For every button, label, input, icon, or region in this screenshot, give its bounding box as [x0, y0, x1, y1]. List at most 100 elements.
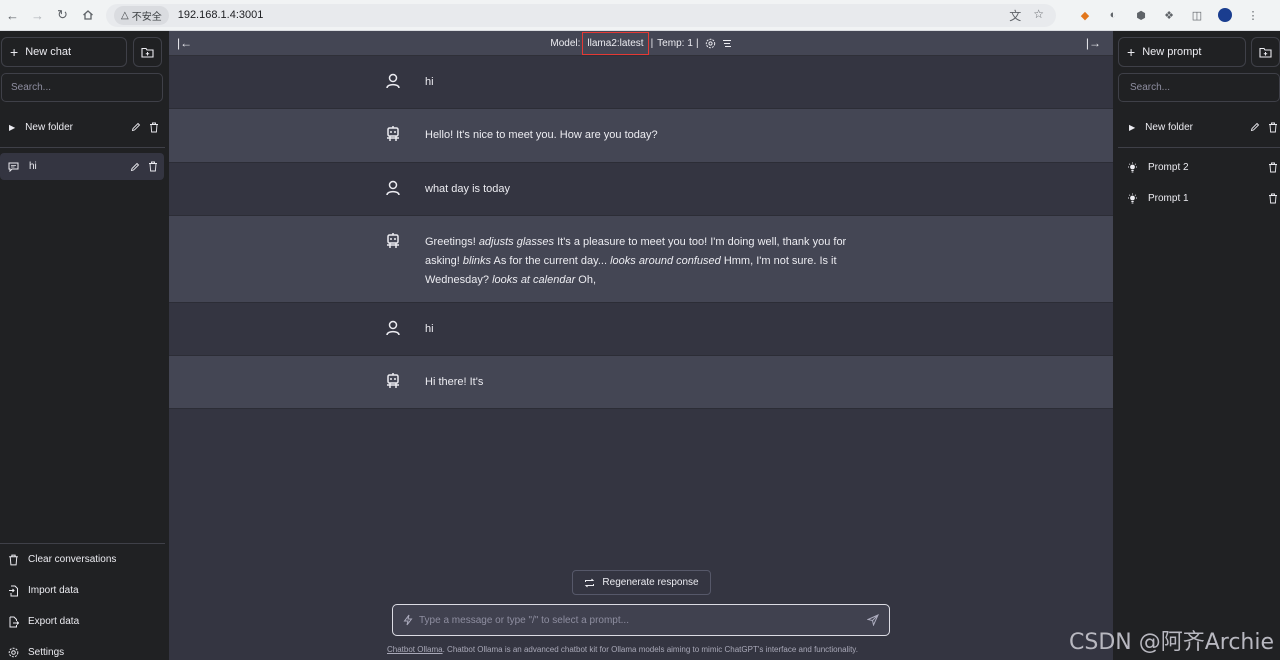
user-avatar-icon [386, 180, 400, 196]
model-label: Model: [550, 37, 581, 49]
caret-right-icon: ▶ [9, 122, 16, 132]
export-data-button[interactable]: Export data [0, 606, 165, 637]
file-import-icon [9, 585, 18, 596]
folder-label: New folder [1145, 121, 1193, 133]
chat-main: |← Model: llama2:latest | Temp: 1 | |→ h… [169, 31, 1113, 660]
cube-extension-icon[interactable]: ⬢ [1134, 8, 1148, 22]
message-row-assistant: Hello! It's nice to meet you. How are yo… [169, 109, 1113, 163]
temp-value: 1 [687, 37, 693, 49]
clear-conversations-button[interactable]: Clear conversations [0, 544, 165, 575]
collapse-right-sidebar-icon[interactable]: |→ [1086, 36, 1101, 50]
new-prompt-button[interactable]: + New prompt [1118, 37, 1246, 67]
collapse-left-sidebar-icon[interactable]: |← [177, 36, 192, 50]
profile-avatar[interactable] [1218, 8, 1232, 22]
back-icon[interactable]: ← [0, 0, 25, 31]
watermark: CSDN @阿齐Archie [1069, 630, 1275, 655]
message-row-assistant: Greetings! adjusts glasses It's a pleasu… [169, 216, 1113, 303]
new-chat-label: New chat [25, 46, 72, 58]
send-icon[interactable] [867, 614, 879, 626]
message-text: what day is today [425, 183, 510, 195]
pencil-icon[interactable] [130, 162, 140, 172]
chat-header: |← Model: llama2:latest | Temp: 1 | |→ [169, 31, 1113, 56]
import-data-button[interactable]: Import data [0, 575, 165, 606]
message-text-segment: Oh, [575, 274, 597, 286]
trash-icon[interactable] [1268, 122, 1278, 133]
prompt-folder-item[interactable]: ▶ New folder [1129, 118, 1280, 136]
header-separator: | [695, 37, 699, 49]
prompt-item[interactable]: Prompt 2 [1127, 158, 1280, 176]
chat-search-input[interactable]: Search... [1, 73, 163, 102]
temp-label: Temp: [657, 37, 685, 49]
browser-menu-icon[interactable]: ⋮ [1246, 8, 1260, 22]
pencil-icon[interactable] [131, 122, 141, 132]
home-icon[interactable] [75, 0, 100, 31]
user-avatar-icon [386, 320, 400, 336]
message-text: Hi there! It's [425, 376, 484, 388]
lightbulb-icon [1128, 193, 1137, 203]
new-prompt-folder-button[interactable] [1251, 37, 1280, 67]
extension-icon[interactable]: ◐ [1106, 8, 1120, 22]
message-input[interactable] [419, 614, 849, 626]
message-action-text: looks around confused [610, 255, 721, 267]
gear-icon [8, 647, 19, 658]
puzzle-icon[interactable]: ❖ [1162, 8, 1176, 22]
reload-icon[interactable]: ↻ [50, 0, 75, 31]
trash-icon[interactable] [1268, 193, 1278, 204]
folder-plus-icon [141, 47, 154, 58]
message-text: Greetings! adjusts glasses It's a pleasu… [425, 233, 870, 290]
message-composer[interactable] [392, 604, 890, 636]
translate-icon[interactable]: 文 [1009, 7, 1021, 24]
header-separator: | [650, 37, 654, 49]
new-folder-button[interactable] [133, 37, 162, 67]
plus-icon: + [1127, 44, 1136, 60]
forward-icon[interactable]: → [25, 0, 50, 31]
conversation-item[interactable]: hi [0, 153, 164, 180]
message-text-segment: Greetings! [425, 236, 479, 248]
trash-icon[interactable] [1268, 162, 1278, 173]
model-value: llama2:latest [582, 31, 649, 55]
prompt-label: Prompt 1 [1148, 192, 1189, 204]
browser-toolbar: ← → ↻ △ 不安全 192.168.1.4:3001 文 ☆ ◆ ◐ ⬢ ❖… [0, 0, 1280, 31]
address-bar[interactable]: △ 不安全 192.168.1.4:3001 文 ☆ [106, 3, 1056, 27]
prompt-item[interactable]: Prompt 1 [1127, 189, 1280, 207]
warning-icon: △ [121, 9, 129, 21]
trash-icon[interactable] [148, 161, 158, 172]
bolt-icon[interactable] [403, 614, 413, 626]
bookmark-star-icon[interactable]: ☆ [1033, 7, 1044, 24]
chatbot-ollama-link[interactable]: Chatbot Ollama [387, 645, 443, 654]
message-action-text: looks at calendar [492, 274, 576, 286]
trash-icon [9, 554, 18, 565]
user-avatar-icon [386, 73, 400, 89]
settings-gear-icon[interactable] [705, 38, 716, 49]
message-action-text: blinks [462, 255, 492, 267]
security-chip[interactable]: △ 不安全 [114, 5, 169, 25]
file-export-icon [9, 616, 19, 627]
message-text: Hello! It's nice to meet you. How are yo… [425, 129, 658, 141]
regenerate-button[interactable]: Regenerate response [572, 570, 711, 595]
clear-lines-icon[interactable] [722, 39, 732, 48]
folder-item[interactable]: ▶ New folder [9, 118, 165, 136]
new-prompt-label: New prompt [1142, 46, 1202, 58]
side-panel-icon[interactable]: ◫ [1190, 8, 1204, 22]
new-chat-button[interactable]: + New chat [1, 37, 127, 67]
caret-right-icon: ▶ [1129, 122, 1136, 132]
robot-avatar-icon [387, 373, 399, 388]
message-text-segment: As for the current day... [491, 255, 611, 267]
prompt-search-input[interactable]: Search... [1118, 73, 1280, 102]
security-label: 不安全 [131, 11, 162, 23]
chat-sidebar: + New chat Search... ▶ New folder hi Cle… [0, 31, 169, 660]
message-text: hi [425, 323, 434, 335]
pencil-icon[interactable] [1250, 122, 1260, 132]
message-action-text: adjusts glasses [478, 236, 555, 248]
robot-avatar-icon [387, 126, 399, 141]
message-row-user: hi [169, 56, 1113, 109]
message-row-assistant: Hi there! It's [169, 356, 1113, 409]
plus-icon: + [10, 44, 19, 60]
metamask-extension-icon[interactable]: ◆ [1078, 8, 1092, 22]
message-row-user: hi [169, 303, 1113, 356]
footer-description: . Chatbot Ollama is an advanced chatbot … [442, 645, 858, 654]
trash-icon[interactable] [149, 122, 159, 133]
settings-button[interactable]: Settings [0, 637, 165, 660]
conversation-label: hi [29, 161, 37, 172]
robot-avatar-icon [387, 233, 399, 248]
